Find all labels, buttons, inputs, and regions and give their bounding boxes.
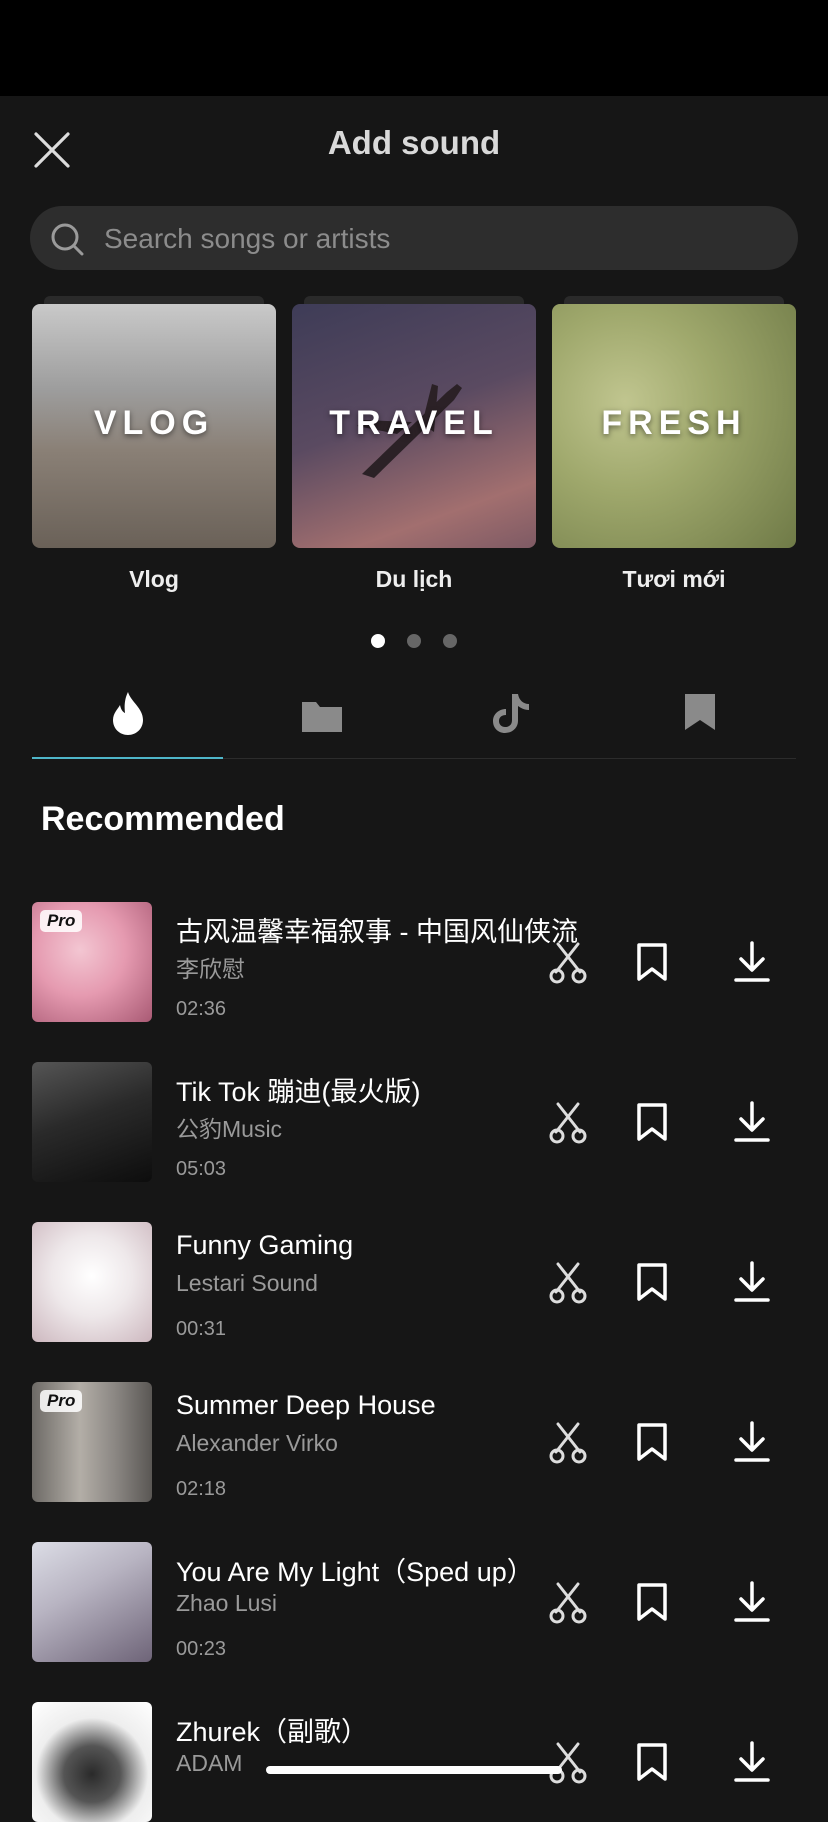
carousel-pagination: [0, 634, 828, 650]
track-duration: 02:18: [176, 1478, 227, 1500]
track-row[interactable]: Pro Summer Deep House Alexander Virko 02…: [32, 1382, 796, 1502]
tab-active-indicator: [32, 757, 223, 759]
track-artwork: Pro: [32, 1382, 152, 1502]
category-carousel: VLOG Vlog TRAVEL Du lịch FRESH Tươi mới: [32, 296, 800, 596]
search-icon: [51, 223, 84, 256]
track-row[interactable]: Tik Tok 蹦迪(最火版) 公豹Music 05:03: [32, 1062, 796, 1182]
folder-icon: [302, 702, 342, 732]
track-artist: 公豹Music: [176, 1116, 283, 1142]
category-overlay-text: FRESH: [601, 404, 747, 442]
scissors-icon[interactable]: [544, 938, 592, 986]
track-duration: 00:23: [176, 1638, 227, 1660]
track-duration: 02:36: [176, 998, 227, 1020]
tab-saved[interactable]: [605, 680, 796, 758]
tab-folder[interactable]: [223, 680, 414, 758]
track-duration: 05:03: [176, 1158, 227, 1180]
tab-trending[interactable]: [32, 680, 223, 759]
section-title: Recommended: [41, 800, 285, 838]
category-label: Du lịch: [375, 566, 453, 592]
track-duration: 00:31: [176, 1318, 227, 1340]
scissors-icon[interactable]: [544, 1418, 592, 1466]
download-icon[interactable]: [728, 1738, 776, 1786]
track-artwork: [32, 1702, 152, 1822]
pro-badge: Pro: [40, 1390, 83, 1412]
bookmark-icon: [685, 694, 715, 730]
scissors-icon[interactable]: [544, 1258, 592, 1306]
track-row[interactable]: Zhurek（副歌） ADAM: [32, 1702, 796, 1822]
pagination-dot-active[interactable]: [371, 634, 385, 648]
category-thumbnail: TRAVEL: [292, 304, 536, 548]
track-row[interactable]: Pro 古风温馨幸福叙事 - 中国风仙侠流 李欣慰 02:36: [32, 902, 796, 1022]
bookmark-outline-icon[interactable]: [628, 1258, 676, 1306]
download-icon[interactable]: [728, 1578, 776, 1626]
scissors-icon[interactable]: [544, 1578, 592, 1626]
track-artist: Zhao Lusi: [176, 1590, 278, 1616]
download-icon[interactable]: [728, 1098, 776, 1146]
track-row[interactable]: You Are My Light（Sped up） Zhao Lusi 00:2…: [32, 1542, 796, 1662]
track-title: Summer Deep House: [176, 1390, 436, 1420]
bookmark-outline-icon[interactable]: [628, 1738, 676, 1786]
bookmark-outline-icon[interactable]: [628, 1578, 676, 1626]
category-label: Vlog: [129, 566, 179, 592]
category-label: Tươi mới: [622, 566, 726, 592]
download-icon[interactable]: [728, 938, 776, 986]
track-row[interactable]: Funny Gaming Lestari Sound 00:31: [32, 1222, 796, 1342]
sound-tabs: [32, 680, 796, 759]
flame-icon: [113, 692, 143, 735]
page-title: Add sound: [327, 124, 501, 161]
track-artwork: Pro: [32, 902, 152, 1022]
search-input[interactable]: [102, 206, 766, 272]
track-title: Funny Gaming: [176, 1230, 354, 1260]
bookmark-outline-icon[interactable]: [628, 938, 676, 986]
track-artist: ADAM: [176, 1750, 243, 1776]
download-icon[interactable]: [728, 1258, 776, 1306]
download-icon[interactable]: [728, 1418, 776, 1466]
scissors-icon[interactable]: [544, 1738, 592, 1786]
category-thumbnail: VLOG: [32, 304, 276, 548]
track-artwork: [32, 1062, 152, 1182]
bookmark-outline-icon[interactable]: [628, 1098, 676, 1146]
search-bar[interactable]: [30, 206, 798, 272]
category-overlay-text: TRAVEL: [329, 404, 499, 442]
pro-badge: Pro: [40, 910, 83, 932]
tiktok-icon: [493, 694, 529, 733]
track-artwork: [32, 1542, 152, 1662]
bookmark-outline-icon[interactable]: [628, 1418, 676, 1466]
track-artist: Lestari Sound: [176, 1270, 318, 1296]
track-artist: Alexander Virko: [176, 1430, 338, 1456]
status-bar: [0, 0, 828, 96]
home-indicator[interactable]: [266, 1766, 562, 1774]
scissors-icon[interactable]: [544, 1098, 592, 1146]
category-thumbnail: FRESH: [552, 304, 796, 548]
tab-tiktok[interactable]: [414, 680, 605, 758]
category-overlay-text: VLOG: [93, 404, 215, 442]
pagination-dot[interactable]: [443, 634, 457, 648]
track-artist: 李欣慰: [176, 956, 245, 982]
pagination-dot[interactable]: [407, 634, 421, 648]
track-artwork: [32, 1222, 152, 1342]
